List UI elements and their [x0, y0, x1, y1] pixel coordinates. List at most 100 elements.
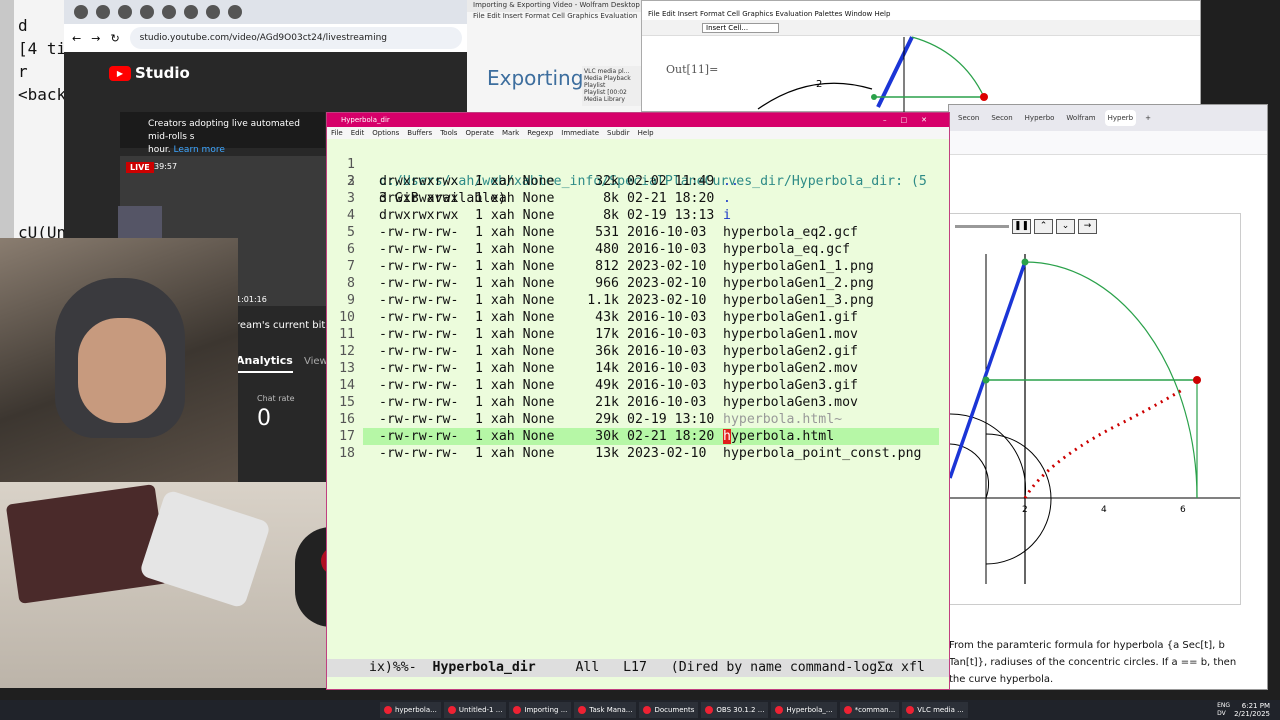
- emacs-menu-item[interactable]: Subdir: [607, 129, 630, 137]
- dired-entry[interactable]: 8 -rw-rw-rw- 1 xah None 966 2023-02-10 hyperb…: [327, 275, 949, 292]
- dired-entry[interactable]: 12 -rw-rw-rw- 1 xah None 36k 2016-10-03 hyper…: [327, 343, 949, 360]
- tab-hyperb-active[interactable]: Hyperb: [1104, 110, 1137, 126]
- file-name[interactable]: ..: [723, 173, 739, 190]
- tab-icon[interactable]: [206, 5, 220, 19]
- announcement-banner: Creators adopting live automated mid-rol…: [120, 112, 325, 155]
- emacs-menu-item[interactable]: Tools: [440, 129, 457, 137]
- dired-entry[interactable]: 9 -rw-rw-rw- 1 xah None 1.1k 2023-02-10 hyper…: [327, 292, 949, 309]
- file-name[interactable]: hyperbolaGen2.gif: [723, 343, 858, 360]
- pause-button[interactable]: ❚❚: [1012, 219, 1031, 234]
- file-name[interactable]: hyperbolaGen3.gif: [723, 377, 858, 394]
- tab-analytics[interactable]: Analytics: [236, 354, 293, 373]
- faster-button[interactable]: ⌃: [1034, 219, 1053, 234]
- vlc-menu[interactable]: Media Playback: [584, 75, 642, 82]
- dired-entry[interactable]: 13 -rw-rw-rw- 1 xah None 14k 2016-10-03 hyper…: [327, 360, 949, 377]
- taskbar-item[interactable]: hyperbola...: [380, 702, 441, 718]
- taskbar-item[interactable]: Untitled-1 ...: [443, 702, 507, 718]
- emacs-menu-item[interactable]: Operate: [465, 129, 493, 137]
- tab-hyperbo[interactable]: Hyperbo: [1022, 110, 1058, 126]
- dired-entry[interactable]: 14 -rw-rw-rw- 1 xah None 49k 2016-10-03 hyper…: [327, 377, 949, 394]
- dired-entry[interactable]: 6 -rw-rw-rw- 1 xah None 480 2016-10-03 hyperb…: [327, 241, 949, 258]
- emacs-menu-item[interactable]: Immediate: [561, 129, 599, 137]
- file-permissions: -rw-rw-rw-: [379, 259, 459, 274]
- file-name[interactable]: .: [723, 190, 731, 207]
- file-name[interactable]: hyperbola.html: [723, 428, 834, 445]
- file-name[interactable]: hyperbola_point_const.png: [723, 445, 922, 462]
- tab-views[interactable]: View: [304, 356, 328, 367]
- notebook-menubar[interactable]: File Edit Insert Format Cell Graphics Ev…: [642, 9, 1200, 20]
- file-name[interactable]: hyperbolaGen1.mov: [723, 326, 858, 343]
- taskbar-item[interactable]: *comman...: [839, 702, 900, 718]
- dired-entry[interactable]: 10 -rw-rw-rw- 1 xah None 43k 2016-10-03 hyper…: [327, 309, 949, 326]
- language-indicator[interactable]: ENG DV: [1217, 702, 1230, 718]
- taskbar-item[interactable]: Documents: [639, 702, 699, 718]
- emacs-menu-item[interactable]: Mark: [502, 129, 519, 137]
- taskbar-item[interactable]: Importing ...: [509, 702, 572, 718]
- dired-entry[interactable]: 15 -rw-rw-rw- 1 xah None 21k 2016-10-03 hyper…: [327, 394, 949, 411]
- file-name[interactable]: hyperbola_eq2.gcf: [723, 224, 858, 241]
- tab-icon[interactable]: [140, 5, 154, 19]
- file-name[interactable]: hyperbolaGen2.mov: [723, 360, 858, 377]
- emacs-menu-item[interactable]: Options: [372, 129, 399, 137]
- dired-entry[interactable]: 17 -rw-rw-rw- 1 xah None 30k 02-21 18:20 hype…: [327, 428, 949, 445]
- file-name[interactable]: hyperbolaGen1_2.png: [723, 275, 874, 292]
- tab-icon[interactable]: [96, 5, 110, 19]
- tab-icon[interactable]: [184, 5, 198, 19]
- emacs-menu-item[interactable]: Buffers: [407, 129, 432, 137]
- vlc-playlist[interactable]: Playlist: [584, 82, 642, 89]
- dired-entry[interactable]: 7 -rw-rw-rw- 1 xah None 812 2023-02-10 hyperb…: [327, 258, 949, 275]
- browser-tab-row[interactable]: [64, 0, 470, 24]
- dired-entry[interactable]: 11 -rw-rw-rw- 1 xah None 17k 2016-10-03 hyper…: [327, 326, 949, 343]
- dired-entry[interactable]: 3 drwxrwxrwx 1 xah None 8k 02-21 18:20.: [327, 190, 949, 207]
- file-name[interactable]: hyperbola_eq.gcf: [723, 241, 850, 258]
- file-name[interactable]: hyperbola.html~: [723, 411, 842, 428]
- studio-logo[interactable]: ▶ Studio: [109, 64, 190, 82]
- dired-buffer[interactable]: 1 c:/Users/xah/web/xahlee_info/SpecialPl…: [327, 139, 949, 657]
- file-name[interactable]: i: [723, 207, 731, 224]
- vlc-media-library[interactable]: Media Library: [584, 96, 642, 103]
- tab-icon[interactable]: [74, 5, 88, 19]
- emacs-menu-item[interactable]: Help: [638, 129, 654, 137]
- dired-entry[interactable]: 2 drwxrwxrwx 1 xah None 32k 02-02 11:49..: [327, 173, 949, 190]
- tab-icon[interactable]: [162, 5, 176, 19]
- forward-arrow-icon[interactable]: →: [91, 32, 100, 45]
- learn-more-link[interactable]: Learn more: [174, 145, 225, 155]
- slower-button[interactable]: ⌄: [1056, 219, 1075, 234]
- taskbar-item[interactable]: Hyperbola_...: [771, 702, 837, 718]
- emacs-menu-item[interactable]: Edit: [351, 129, 365, 137]
- taskbar-item[interactable]: OBS 30.1.2 ...: [701, 702, 769, 718]
- tab-secon-1[interactable]: Secon: [955, 110, 982, 126]
- tab-wolfram[interactable]: Wolfram: [1063, 110, 1098, 126]
- line-number: 18: [339, 446, 355, 461]
- system-clock[interactable]: 6:21 PM 2/21/2025: [1234, 702, 1270, 718]
- new-tab-icon[interactable]: +: [1142, 110, 1154, 126]
- dired-entry[interactable]: 4 drwxrwxrwx 1 xah None 8k 02-19 13:13 i: [327, 207, 949, 224]
- address-bar[interactable]: studio.youtube.com/video/AGd9O03ct24/liv…: [129, 27, 462, 49]
- reload-icon[interactable]: ↻: [110, 32, 119, 45]
- wolfram-menubar[interactable]: File Edit Insert Format Cell Graphics Ev…: [467, 12, 645, 23]
- file-size: 1.1k: [587, 293, 619, 308]
- file-name[interactable]: hyperbolaGen1.gif: [723, 309, 858, 326]
- direction-button[interactable]: →: [1078, 219, 1097, 234]
- animation-slider[interactable]: [955, 225, 1009, 228]
- dired-entry[interactable]: 5 -rw-rw-rw- 1 xah None 531 2016-10-03 hyperb…: [327, 224, 949, 241]
- emacs-menu-item[interactable]: Regexp: [527, 129, 553, 137]
- right-browser-window: Secon Secon Hyperbo Wolfram Hyperb + 2 4…: [948, 104, 1268, 690]
- dired-entry[interactable]: 16 -rw-rw-rw- 1 xah None 29k 02-19 13:10 hype…: [327, 411, 949, 428]
- tab-icon[interactable]: [228, 5, 242, 19]
- tab-secon-2[interactable]: Secon: [988, 110, 1015, 126]
- window-controls[interactable]: –□✕: [883, 113, 941, 127]
- file-permissions: -rw-rw-rw-: [379, 242, 459, 257]
- file-name[interactable]: hyperbolaGen3.mov: [723, 394, 858, 411]
- file-name[interactable]: hyperbolaGen1_3.png: [723, 292, 874, 309]
- file-owner: 1 xah None: [475, 327, 555, 342]
- dired-entry[interactable]: 18 -rw-rw-rw- 1 xah None 13k 2023-02-10 hyper…: [327, 445, 949, 462]
- taskbar-item[interactable]: VLC media ...: [902, 702, 968, 718]
- emacs-menu-item[interactable]: File: [331, 129, 343, 137]
- taskbar-item[interactable]: Task Mana...: [574, 702, 637, 718]
- file-name[interactable]: hyperbolaGen1_1.png: [723, 258, 874, 275]
- back-arrow-icon[interactable]: ←: [72, 32, 81, 45]
- file-permissions: -rw-rw-rw-: [379, 429, 459, 444]
- vlc-playlist-item[interactable]: Playlist [00:02: [584, 89, 642, 96]
- tab-icon[interactable]: [118, 5, 132, 19]
